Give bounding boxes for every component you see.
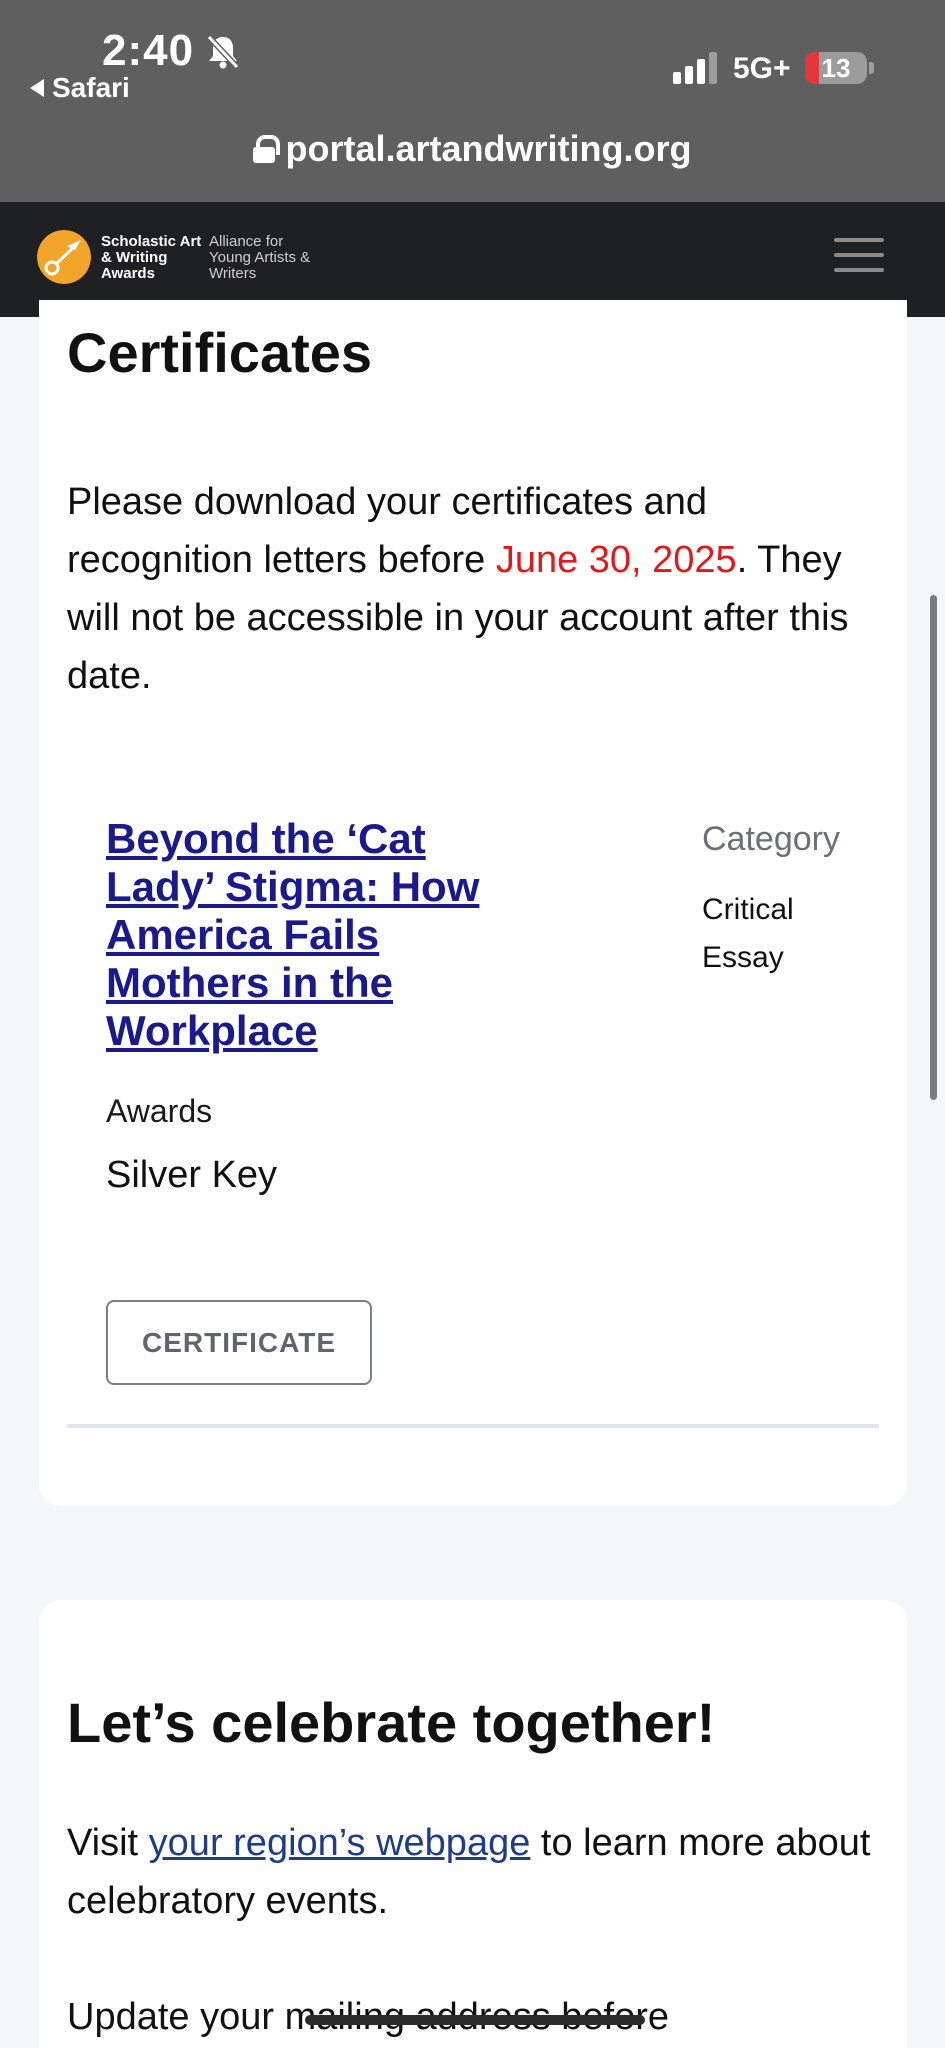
awards-label: Awards (106, 1093, 213, 1129)
celebrate-visit-text: Visit your region’s webpage to learn mor… (67, 1814, 887, 1930)
awards-value: Silver Key (106, 1154, 278, 1196)
logo-title[interactable]: Scholastic Art & Writing Awards (101, 234, 211, 282)
page-scrollbar[interactable] (930, 595, 937, 1100)
battery-percent: 13 (821, 53, 851, 83)
status-time: 2:40 (102, 26, 195, 75)
status-bar: 2:40 Safari 5G+ 13 portal.artandwriting.… (0, 0, 945, 202)
url-text: portal.artandwriting.org (285, 128, 692, 169)
category-label: Category (702, 820, 840, 858)
certificates-notice: Please download your certificates and re… (67, 473, 887, 705)
celebrate-heading: Let’s celebrate together! (67, 1691, 716, 1754)
lock-icon (253, 135, 281, 163)
back-app-label: Safari (52, 72, 130, 103)
entry-divider (67, 1424, 879, 1428)
entry-title-link[interactable]: Beyond the ‘Cat Lady’ Stigma: How Americ… (106, 815, 506, 1055)
visit-text-before: Visit (67, 1822, 149, 1864)
category-value: Critical Essay (702, 893, 794, 974)
menu-icon[interactable] (834, 238, 884, 278)
scholastic-logo-icon[interactable] (37, 230, 91, 284)
certificates-heading: Certificates (67, 321, 373, 384)
back-to-safari-button[interactable]: Safari (30, 72, 130, 104)
region-webpage-link[interactable]: your region’s webpage (149, 1822, 531, 1864)
address-bar[interactable]: portal.artandwriting.org (0, 128, 945, 170)
bell-muted-icon (206, 34, 240, 70)
network-type: 5G+ (733, 52, 791, 85)
battery-nub (869, 62, 874, 74)
certificate-button[interactable]: CERTIFICATE (106, 1300, 372, 1385)
deadline-date: June 30, 2025 (495, 539, 737, 581)
home-indicator[interactable] (305, 2015, 645, 2025)
cellular-signal-icon (673, 52, 717, 84)
battery-icon: 13 (805, 52, 867, 84)
logo-subtitle: Alliance for Young Artists & Writers (209, 233, 311, 282)
back-arrow-icon (30, 79, 44, 97)
